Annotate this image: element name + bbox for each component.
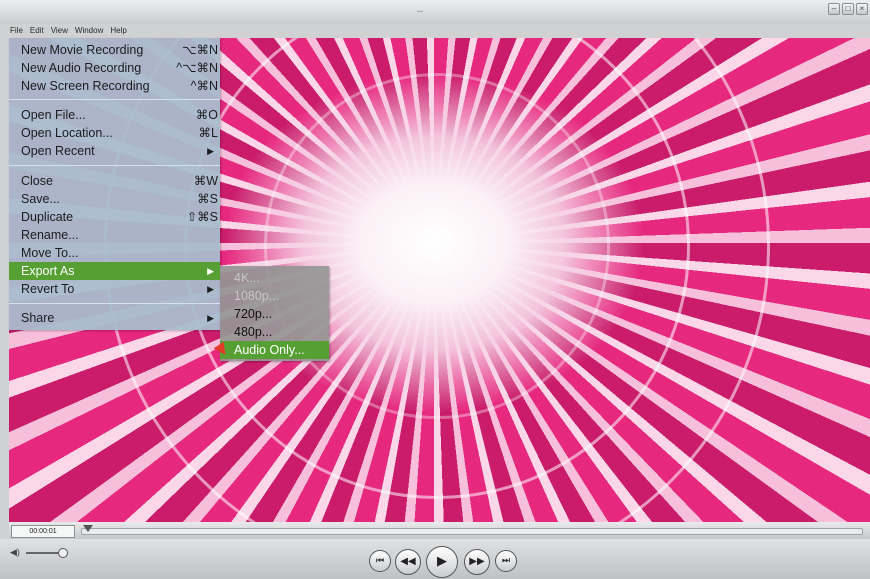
submenu-item-720p[interactable]: 720p...: [220, 305, 329, 323]
menu-item-export-as[interactable]: Export As ▶: [9, 262, 220, 280]
fast-forward-button[interactable]: ▶▶: [464, 549, 490, 575]
timecode-display: 00:00:01: [11, 525, 75, 538]
minimize-icon[interactable]: –: [828, 3, 840, 15]
timeline-bar: 00:00:01: [9, 522, 870, 539]
play-icon: ▶: [437, 554, 447, 569]
menu-window[interactable]: Window: [75, 26, 103, 36]
submenu-arrow-icon: ▶: [207, 313, 214, 323]
file-menu: New Movie Recording ⌥⌘N New Audio Recordi…: [9, 38, 220, 330]
skip-forward-icon: ⏭: [501, 556, 511, 566]
menu-separator: [9, 165, 220, 166]
submenu-arrow-icon: ▶: [207, 146, 214, 156]
menu-separator: [9, 303, 220, 304]
menu-item-move-to[interactable]: Move To...: [9, 244, 220, 262]
skip-forward-button[interactable]: ⏭: [495, 550, 517, 572]
skip-back-icon: ⏮: [375, 556, 385, 566]
volume-knob[interactable]: [58, 548, 68, 558]
export-submenu: 4K... 1080p... 720p... 480p... Audio Onl…: [220, 266, 329, 361]
menu-view[interactable]: View: [51, 26, 68, 36]
menu-item-open-file[interactable]: Open File... ⌘O: [9, 106, 220, 124]
title-bar: -- – □ ×: [0, 0, 870, 24]
controls-bar: ◀) ⏮ ◀◀ ▶ ▶▶ ⏭: [0, 539, 870, 579]
submenu-item-4k: 4K...: [234, 271, 260, 285]
playhead-icon[interactable]: [83, 525, 93, 532]
menu-item-share[interactable]: Share ▶: [9, 309, 220, 327]
menu-separator: [9, 99, 220, 100]
submenu-arrow-icon: ▶: [207, 266, 214, 276]
menu-bar: File Edit View Window Help: [10, 26, 127, 36]
menu-item-close[interactable]: Close ⌘W: [9, 172, 220, 190]
submenu-item-1080p: 1080p...: [234, 289, 280, 303]
zoom-icon[interactable]: □: [842, 3, 854, 15]
window-buttons: – □ ×: [828, 3, 868, 15]
menu-file[interactable]: File: [10, 26, 23, 36]
menu-item-open-recent[interactable]: Open Recent ▶: [9, 142, 220, 160]
menu-help[interactable]: Help: [110, 26, 126, 36]
menu-item-revert-to[interactable]: Revert To ▶: [9, 280, 220, 298]
menu-item-duplicate[interactable]: Duplicate ⇧⌘S: [9, 208, 220, 226]
window-title: --: [417, 6, 423, 16]
volume-icon: ◀): [10, 547, 20, 557]
menu-item-new-audio-recording[interactable]: New Audio Recording ^⌥⌘N: [9, 59, 220, 77]
close-icon[interactable]: ×: [856, 3, 868, 15]
video-ring: [264, 73, 610, 419]
fast-forward-icon: ▶▶: [469, 556, 485, 567]
menu-item-new-screen-recording[interactable]: New Screen Recording ^⌘N: [9, 77, 220, 95]
rewind-button[interactable]: ◀◀: [395, 549, 421, 575]
menu-item-open-location[interactable]: Open Location... ⌘L: [9, 124, 220, 142]
rewind-icon: ◀◀: [400, 556, 416, 567]
submenu-item-480p[interactable]: 480p...: [220, 323, 329, 341]
menu-edit[interactable]: Edit: [30, 26, 44, 36]
submenu-arrow-icon: ▶: [207, 284, 214, 294]
menu-item-new-movie-recording[interactable]: New Movie Recording ⌥⌘N: [9, 41, 220, 59]
play-button[interactable]: ▶: [426, 546, 458, 578]
menu-item-rename[interactable]: Rename...: [9, 226, 220, 244]
skip-back-button[interactable]: ⏮: [369, 550, 391, 572]
menu-item-save[interactable]: Save... ⌘S: [9, 190, 220, 208]
submenu-item-audio-only[interactable]: Audio Only...: [220, 341, 329, 359]
scrub-bar[interactable]: [81, 528, 863, 535]
